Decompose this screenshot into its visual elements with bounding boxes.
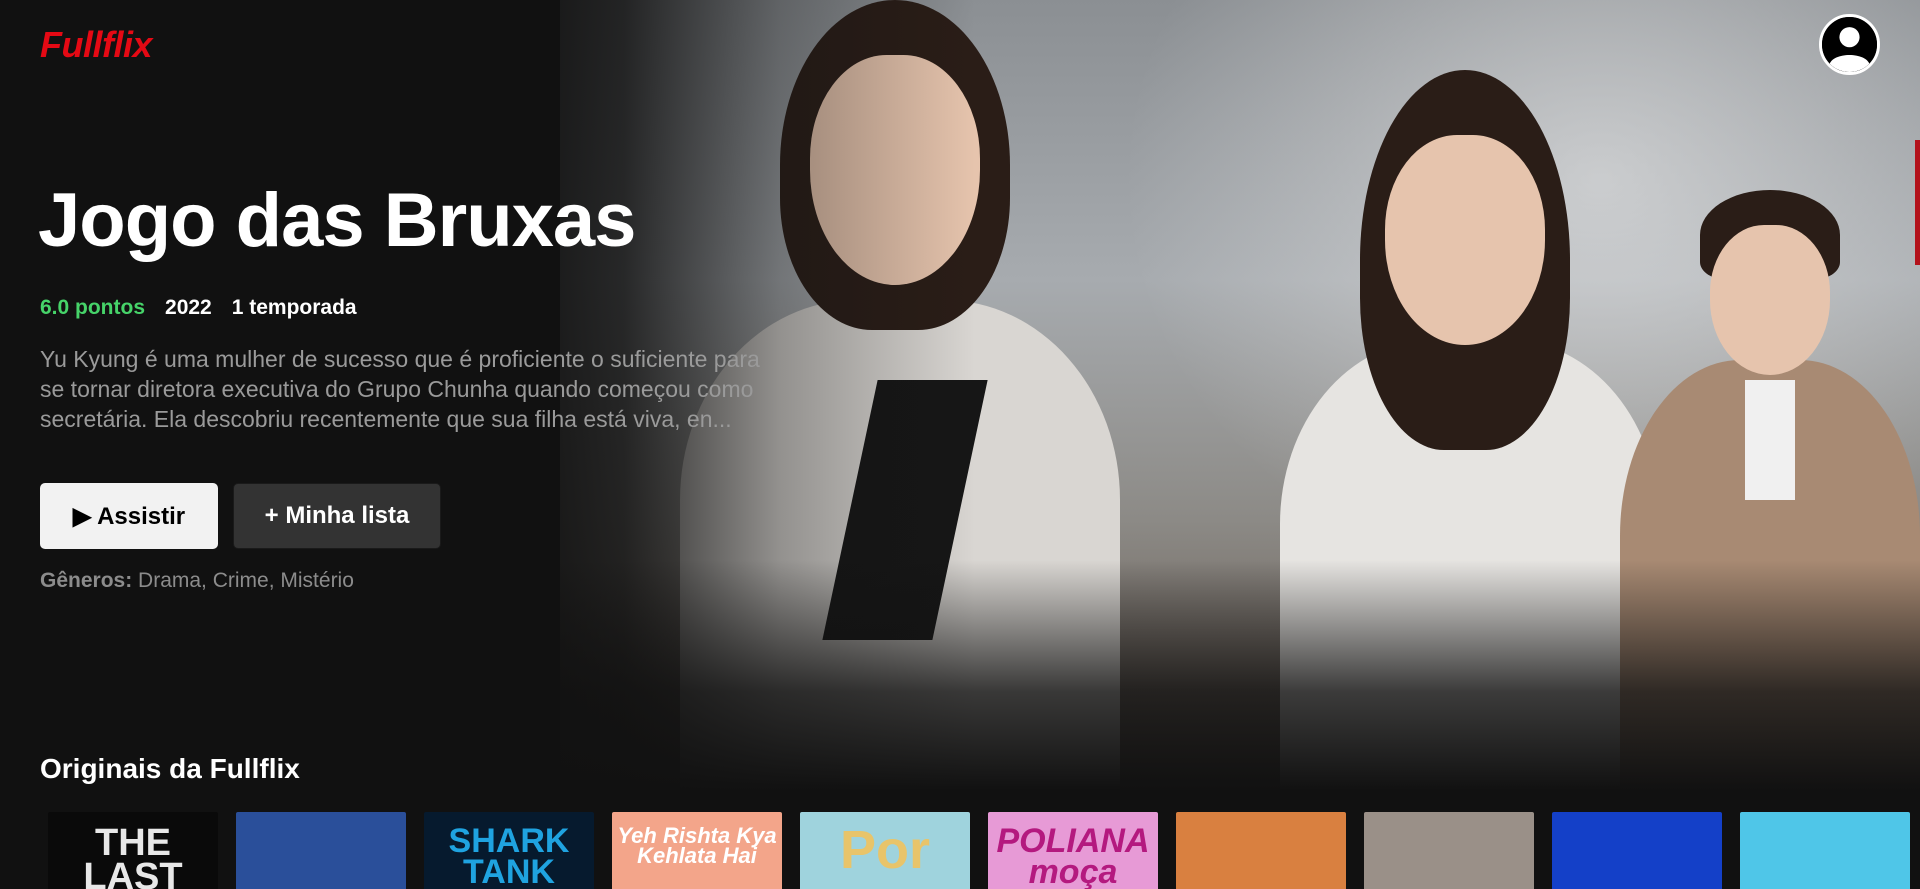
add-to-list-button[interactable]: + Minha lista — [233, 483, 441, 549]
card-title: Yeh Rishta Kya Kehlata Hai — [617, 823, 777, 868]
title-card[interactable]: SHARK TANK — [424, 812, 594, 889]
title-card[interactable]: POLIANA moça — [988, 812, 1158, 889]
scroll-accent — [1915, 140, 1920, 265]
title-card[interactable]: Yeh Rishta Kya Kehlata Hai — [612, 812, 782, 889]
card-title: THE LAST — [83, 822, 183, 889]
featured-meta: 6.0 pontos 2022 1 temporada — [40, 296, 357, 320]
genres-list: Drama, Crime, Mistério — [138, 569, 354, 592]
title-card[interactable] — [236, 812, 406, 889]
profile-avatar[interactable] — [1819, 14, 1880, 75]
featured-genres: Gêneros: Drama, Crime, Mistério — [40, 569, 354, 593]
originals-row: THE LAST SHARK TANK Yeh Rishta Kya Kehla… — [48, 812, 1910, 889]
app-logo[interactable]: Fullflix — [40, 24, 153, 66]
title-card[interactable] — [1364, 812, 1534, 889]
featured-seasons: 1 temporada — [231, 296, 357, 319]
title-card[interactable] — [1552, 812, 1722, 889]
backdrop-figure-right — [1620, 190, 1920, 800]
play-button[interactable]: ▶ Assistir — [40, 483, 218, 549]
card-title: POLIANA moça — [996, 822, 1150, 889]
genres-label: Gêneros: — [40, 569, 133, 592]
title-card[interactable] — [1740, 812, 1910, 889]
featured-score: 6.0 pontos — [40, 296, 146, 319]
featured-title: Jogo das Bruxas — [38, 178, 636, 263]
row-title: Originais da Fullflix — [40, 753, 300, 784]
featured-description: Yu Kyung é uma mulher de sucesso que é p… — [40, 346, 760, 432]
title-card[interactable]: Por — [800, 812, 970, 889]
card-title: SHARK TANK — [448, 822, 570, 889]
card-title: Por — [839, 820, 931, 880]
backdrop-figure-center — [1260, 60, 1680, 800]
user-circle-icon — [1822, 17, 1877, 72]
title-card[interactable] — [1176, 812, 1346, 889]
featured-year: 2022 — [165, 296, 212, 319]
title-card[interactable]: THE LAST — [48, 812, 218, 889]
